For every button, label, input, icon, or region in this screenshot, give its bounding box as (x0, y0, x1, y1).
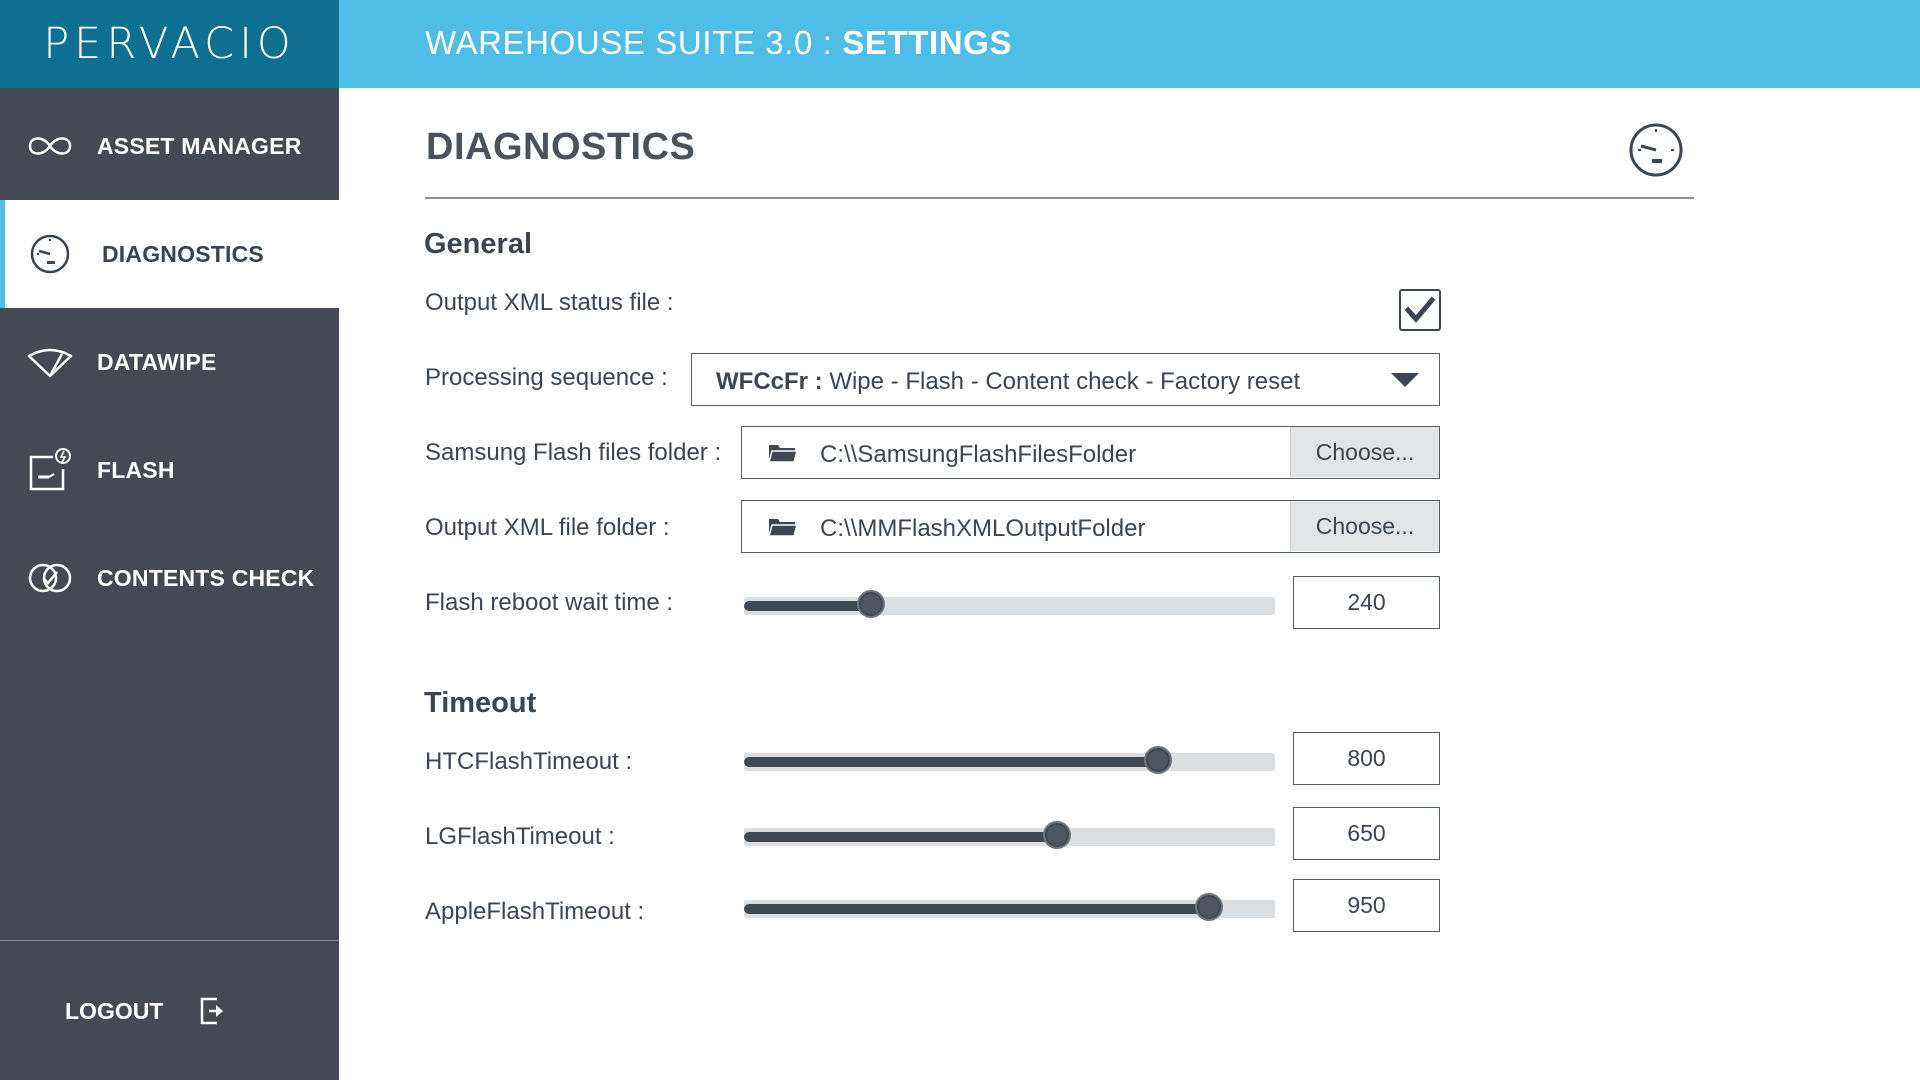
folder-icon (768, 445, 798, 463)
processing-sequence-label: Processing sequence : (425, 364, 668, 391)
sidebar-item-flash[interactable]: FLASH (0, 416, 339, 524)
processing-sequence-text: Wipe - Flash - Content check - Factory r… (822, 368, 1301, 395)
samsung-folder-field[interactable]: C:\\SamsungFlashFilesFolder Choose... (741, 426, 1440, 479)
logo: PERVACIO (0, 0, 339, 88)
processing-sequence-select[interactable]: WFCcFr : Wipe - Flash - Content check - … (691, 353, 1440, 406)
htc-timeout-label: HTCFlashTimeout : (425, 748, 633, 775)
logout-icon (201, 997, 224, 1025)
sidebar: PERVACIO ASSET MANAGER DIAGNOSTICS DATAW… (0, 0, 339, 1080)
logo-text: PERVACIO (43, 19, 296, 69)
samsung-folder-path: C:\\SamsungFlashFilesFolder (820, 441, 1137, 468)
flash-reboot-slider[interactable] (744, 590, 1275, 618)
output-xml-folder-choose-button[interactable]: Choose... (1290, 501, 1439, 551)
sidebar-item-label: CONTENTS CHECK (97, 564, 315, 591)
lg-timeout-label: LGFlashTimeout : (425, 823, 615, 850)
chevron-down-icon (1391, 373, 1419, 387)
page-title: DIAGNOSTICS (426, 126, 696, 168)
slider-fill (744, 832, 1058, 842)
wiper-icon (24, 336, 76, 388)
processing-sequence-code: WFCcFr : (716, 368, 823, 395)
lg-timeout-value[interactable]: 650 (1293, 807, 1440, 860)
htc-timeout-slider[interactable] (744, 746, 1275, 774)
output-xml-folder-field[interactable]: C:\\MMFlashXMLOutputFolder Choose... (741, 500, 1440, 553)
flash-reboot-value[interactable]: 240 (1293, 576, 1440, 629)
apple-timeout-value[interactable]: 950 (1293, 879, 1440, 932)
header-bar: WAREHOUSE SUITE 3.0 : SETTINGS (339, 0, 1920, 88)
infinity-icon (24, 120, 76, 172)
header-title: WAREHOUSE SUITE 3.0 : SETTINGS (425, 24, 1012, 62)
sidebar-item-label: DIAGNOSTICS (102, 240, 264, 267)
sidebar-item-label: ASSET MANAGER (97, 132, 302, 159)
gauge-icon (24, 228, 76, 280)
lg-timeout-slider[interactable] (744, 821, 1275, 849)
slider-fill (744, 757, 1159, 767)
samsung-folder-choose-button[interactable]: Choose... (1290, 427, 1439, 477)
sidebar-item-diagnostics[interactable]: DIAGNOSTICS (0, 200, 339, 308)
slider-fill (744, 601, 872, 611)
sidebar-item-label: DATAWIPE (97, 348, 217, 375)
header-title-prefix: WAREHOUSE SUITE 3.0 : (425, 24, 843, 61)
output-xml-status-checkbox[interactable] (1399, 289, 1441, 331)
section-heading-general: General (424, 228, 532, 260)
diagnostics-gauge-icon (1629, 123, 1683, 177)
samsung-folder-label: Samsung Flash files folder : (425, 439, 722, 466)
apple-timeout-label: AppleFlashTimeout : (425, 898, 645, 925)
contents-check-icon (24, 552, 76, 604)
folder-icon (768, 519, 798, 537)
output-xml-status-label: Output XML status file : (425, 289, 674, 316)
logout-button[interactable]: LOGOUT (65, 996, 227, 1026)
header-title-section: SETTINGS (842, 24, 1013, 61)
apple-timeout-slider[interactable] (744, 893, 1275, 921)
section-heading-timeout: Timeout (424, 687, 537, 719)
sidebar-item-contents-check[interactable]: CONTENTS CHECK (0, 524, 339, 632)
sidebar-divider (0, 940, 339, 941)
sidebar-item-asset-manager[interactable]: ASSET MANAGER (0, 92, 339, 200)
sidebar-item-datawipe[interactable]: DATAWIPE (0, 308, 339, 416)
sidebar-item-label: FLASH (97, 456, 175, 483)
logout-label: LOGOUT (65, 997, 164, 1024)
htc-timeout-value[interactable]: 800 (1293, 732, 1440, 785)
checkmark-icon (1404, 296, 1436, 323)
slider-thumb[interactable] (1194, 893, 1223, 921)
title-divider (425, 197, 1694, 199)
slider-fill (744, 904, 1209, 914)
processing-sequence-value: WFCcFr : Wipe - Flash - Content check - … (716, 368, 1300, 396)
flash-reboot-label: Flash reboot wait time : (425, 589, 674, 616)
slider-thumb[interactable] (1144, 746, 1173, 774)
flash-icon (24, 444, 76, 496)
output-xml-folder-label: Output XML file folder : (425, 514, 670, 541)
output-xml-folder-path: C:\\MMFlashXMLOutputFolder (820, 515, 1146, 542)
